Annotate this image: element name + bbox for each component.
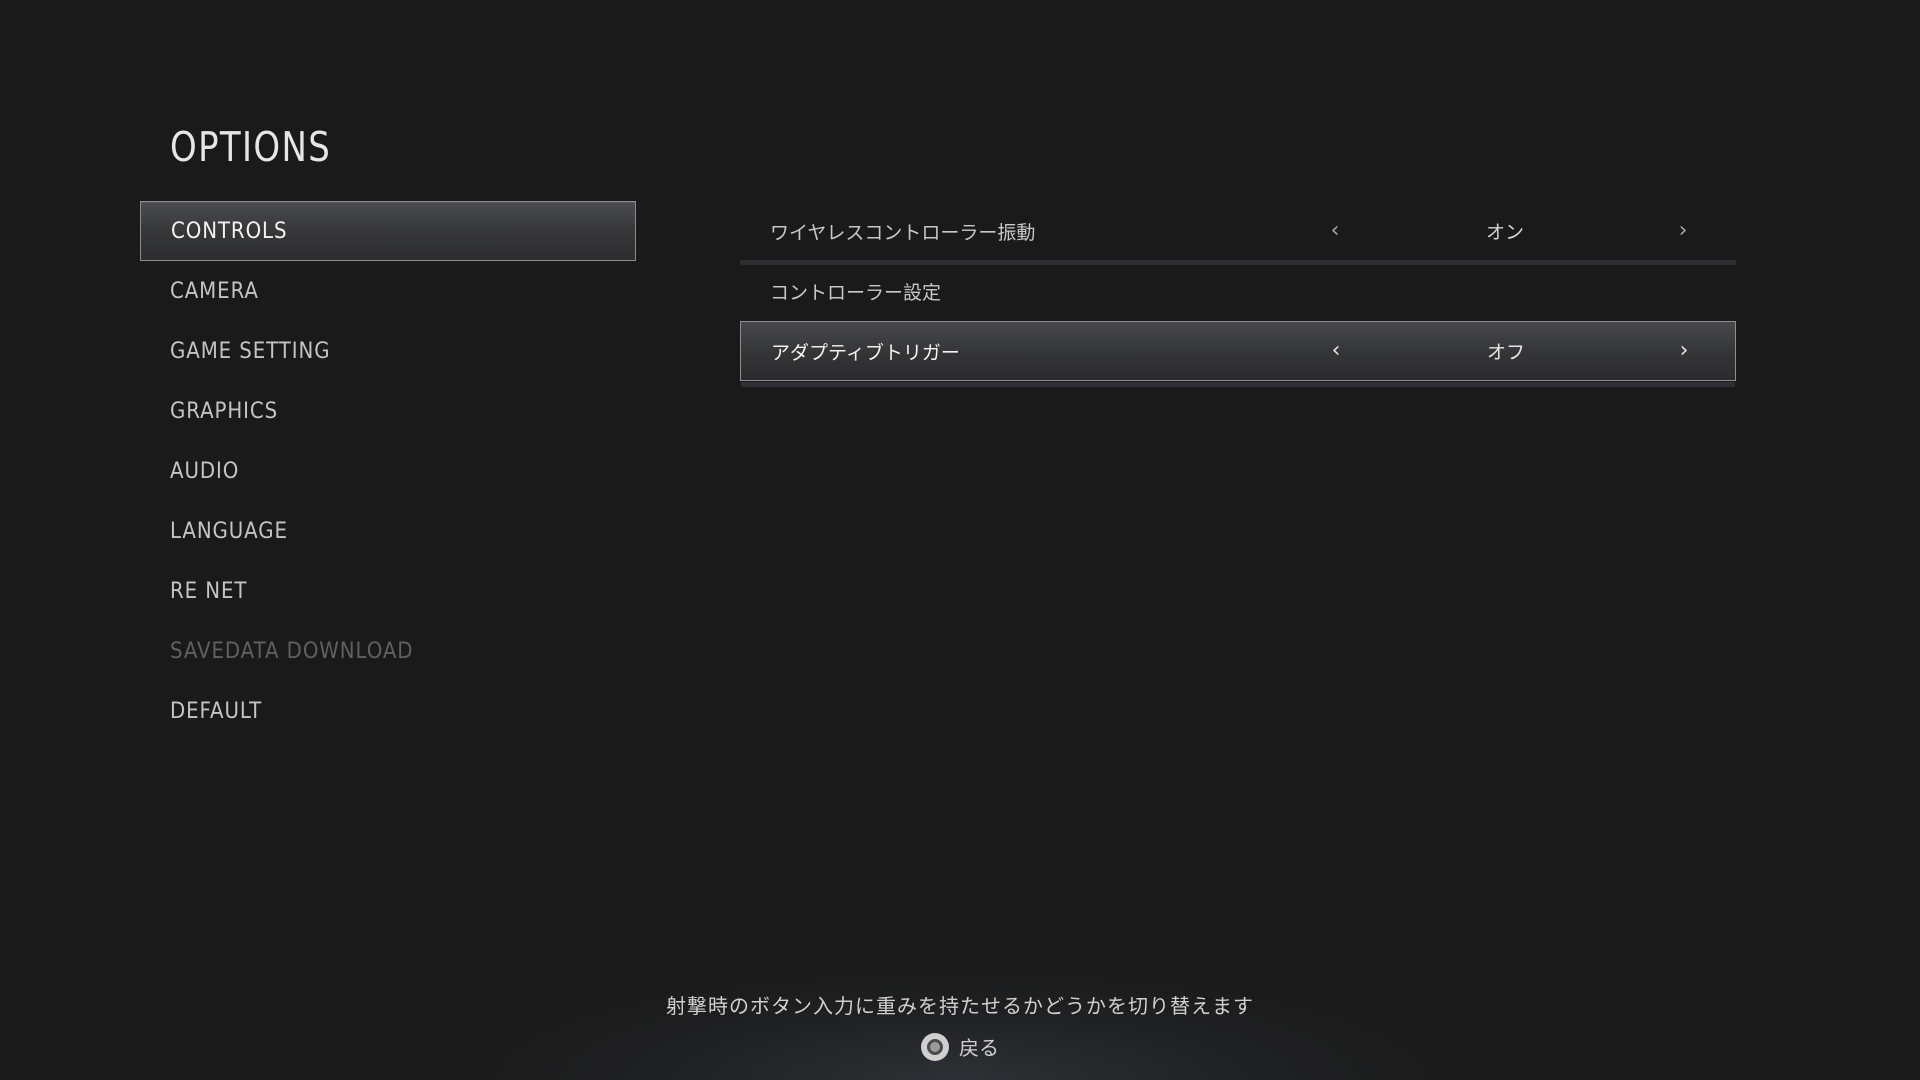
menu-item-label: SAVEDATA DOWNLOAD — [170, 638, 414, 664]
menu-item-controls[interactable]: CONTROLS — [140, 201, 636, 261]
setting-label: アダプティブトリガー — [771, 341, 960, 364]
options-menu: CONTROLS CAMERA GAME SETTING GRAPHICS AU… — [140, 201, 636, 741]
options-screen: OPTIONS CONTROLS CAMERA GAME SETTING GRA… — [0, 0, 1920, 1080]
back-label: 戻る — [959, 1036, 999, 1060]
setting-value: オン — [1485, 221, 1524, 244]
menu-item-graphics[interactable]: GRAPHICS — [140, 381, 636, 441]
chevron-right-icon[interactable]: › — [1674, 340, 1694, 362]
chevron-left-icon[interactable]: ‹ — [1325, 220, 1345, 242]
menu-item-label: DEFAULT — [170, 698, 263, 724]
circle-button-icon — [921, 1032, 949, 1061]
footer-hint-bar: 射撃時のボタン入力に重みを持たせるかどうかを切り替えます 戻る — [480, 970, 1440, 1080]
setting-label: コントローラー設定 — [770, 281, 942, 304]
setting-value: オフ — [1486, 341, 1525, 364]
menu-item-label: GAME SETTING — [170, 338, 331, 364]
menu-item-language[interactable]: LANGUAGE — [140, 501, 636, 561]
menu-item-label: CONTROLS — [171, 218, 288, 244]
setting-description: 射撃時のボタン入力に重みを持たせるかどうかを切り替えます — [666, 994, 1254, 1018]
menu-item-label: RE NET — [170, 578, 248, 604]
menu-item-re-net[interactable]: RE NET — [140, 561, 636, 621]
chevron-right-icon[interactable]: › — [1673, 220, 1693, 242]
menu-item-camera[interactable]: CAMERA — [140, 261, 636, 321]
setting-label: ワイヤレスコントローラー振動 — [770, 221, 1036, 244]
menu-item-default[interactable]: DEFAULT — [140, 681, 636, 741]
menu-item-game-setting[interactable]: GAME SETTING — [140, 321, 636, 381]
setting-row-adaptive-trigger[interactable]: アダプティブトリガー ‹ オフ › — [740, 321, 1736, 387]
chevron-left-icon[interactable]: ‹ — [1326, 340, 1346, 362]
settings-panel: ワイヤレスコントローラー振動 ‹ オン › コントローラー設定 アダプティブトリ… — [740, 201, 1736, 387]
menu-item-audio[interactable]: AUDIO — [140, 441, 636, 501]
setting-row-wireless-vibration[interactable]: ワイヤレスコントローラー振動 ‹ オン › — [740, 201, 1736, 265]
menu-item-savedata-download: SAVEDATA DOWNLOAD — [140, 621, 636, 681]
back-button[interactable]: 戻る — [480, 1032, 1440, 1061]
page-title: OPTIONS — [170, 123, 332, 171]
setting-row-controller-settings[interactable]: コントローラー設定 — [740, 261, 1736, 321]
row-divider — [741, 382, 1735, 387]
menu-item-label: GRAPHICS — [170, 398, 279, 424]
menu-item-label: LANGUAGE — [170, 518, 288, 544]
menu-item-label: AUDIO — [170, 458, 240, 484]
menu-item-label: CAMERA — [170, 278, 259, 304]
